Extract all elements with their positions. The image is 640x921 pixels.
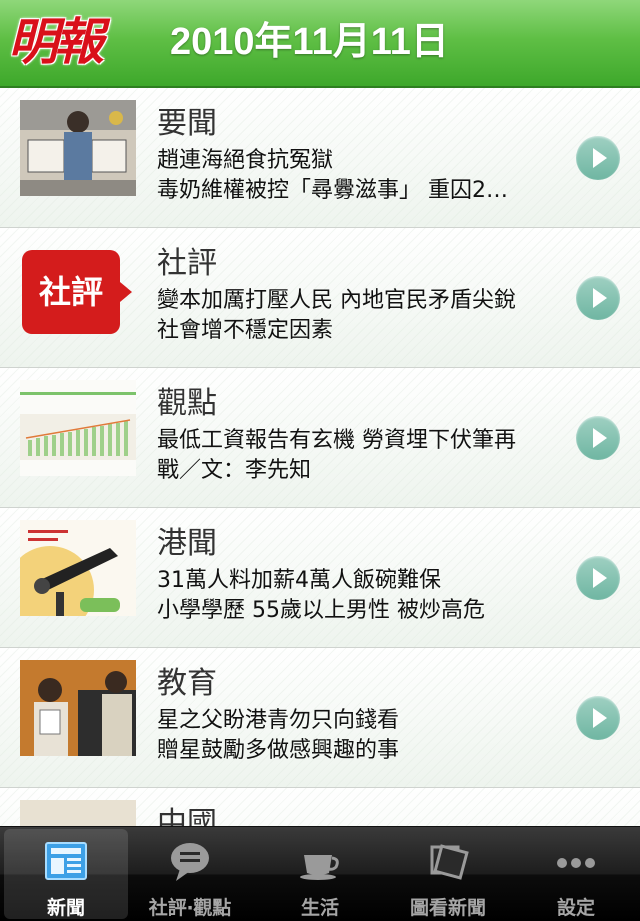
section-title: 觀點 <box>157 386 217 421</box>
headline-line-1: 變本加厲打壓人民 內地官民矛盾尖銳 <box>157 288 516 313</box>
tab-editorial-opinion[interactable]: 社評‧觀點 <box>128 829 252 919</box>
list-item-editorial[interactable]: 社評 社評 變本加厲打壓人民 內地官民矛盾尖銳 社會增不穩定因素 <box>0 228 640 368</box>
chevron-right-icon[interactable] <box>576 276 620 320</box>
list-item-local-news[interactable]: 港聞 31萬人料加薪4萬人飯碗難保 小學學歷 55歲以上男性 被炒高危 <box>0 508 640 648</box>
more-dots-icon <box>557 858 595 868</box>
section-title: 要聞 <box>157 106 217 141</box>
app-logo: 明報 <box>8 12 104 71</box>
chevron-right-icon[interactable] <box>576 136 620 180</box>
headline-line-2: 贈星鼓勵多做感興趣的事 <box>157 738 400 763</box>
tab-news[interactable]: 新聞 <box>4 829 128 919</box>
headline-thumbnail <box>20 100 136 196</box>
list-item-headlines[interactable]: 要聞 趙連海絕食抗冤獄 毒奶維權被控「尋釁滋事」 重囚2… <box>0 88 640 228</box>
opinion-thumbnail <box>20 380 136 476</box>
headline-line-1: 最低工資報告有玄機 勞資埋下伏筆再 <box>157 428 516 453</box>
headline-line-2: 戰／文：李先知 <box>157 458 312 483</box>
tab-label: 生活 <box>300 897 339 919</box>
tab-lifestyle[interactable]: 生活 <box>258 829 382 919</box>
tab-label: 設定 <box>556 897 595 919</box>
tab-bar: 新聞 社評‧觀點 生活 圖看新聞 設定 <box>0 826 640 921</box>
editorial-thumbnail: 社評 <box>20 240 136 336</box>
list-item-opinion[interactable]: 觀點 最低工資報告有玄機 勞資埋下伏筆再 戰／文：李先知 <box>0 368 640 508</box>
editorial-badge-text: 社評 <box>38 273 103 311</box>
chevron-right-icon[interactable] <box>576 416 620 460</box>
section-title: 社評 <box>157 246 217 281</box>
tab-settings[interactable]: 設定 <box>514 829 638 919</box>
section-title: 教育 <box>157 666 217 701</box>
newspaper-icon <box>45 842 87 880</box>
headline-line-1: 趙連海絕食抗冤獄 <box>157 148 334 173</box>
section-title: 港聞 <box>157 526 217 561</box>
headline-line-2: 小學學歷 55歲以上男性 被炒高危 <box>157 598 485 623</box>
photo-frame-icon <box>430 844 469 880</box>
speech-bubble-icon <box>171 843 209 881</box>
tab-photo-news[interactable]: 圖看新聞 <box>386 829 510 919</box>
chevron-right-icon[interactable] <box>576 556 620 600</box>
headline-line-1: 星之父盼港青勿只向錢看 <box>157 708 400 733</box>
headline-line-2: 毒奶維權被控「尋釁滋事」 重囚2… <box>157 178 508 203</box>
section-title: 中國 <box>157 806 217 826</box>
tab-label: 社評‧觀點 <box>148 897 232 919</box>
headline-line-1: 31萬人料加薪4萬人飯碗難保 <box>157 568 441 593</box>
news-section-list: 要聞 趙連海絕食抗冤獄 毒奶維權被控「尋釁滋事」 重囚2… 社評 社評 變本加厲… <box>0 88 640 826</box>
tab-label: 新聞 <box>46 897 85 919</box>
tab-label: 圖看新聞 <box>409 897 486 919</box>
chevron-right-icon[interactable] <box>576 696 620 740</box>
header-date: 2010年11月11日 <box>170 21 449 63</box>
local-news-thumbnail <box>20 520 136 616</box>
app-header: 明報 2010年11月11日 <box>0 0 640 88</box>
list-item-china[interactable]: 中國 <box>0 788 640 826</box>
coffee-cup-icon <box>300 855 339 880</box>
list-item-education[interactable]: 教育 星之父盼港青勿只向錢看 贈星鼓勵多做感興趣的事 <box>0 648 640 788</box>
education-thumbnail <box>20 660 136 756</box>
china-thumbnail <box>20 800 136 826</box>
headline-line-2: 社會增不穩定因素 <box>157 318 334 343</box>
